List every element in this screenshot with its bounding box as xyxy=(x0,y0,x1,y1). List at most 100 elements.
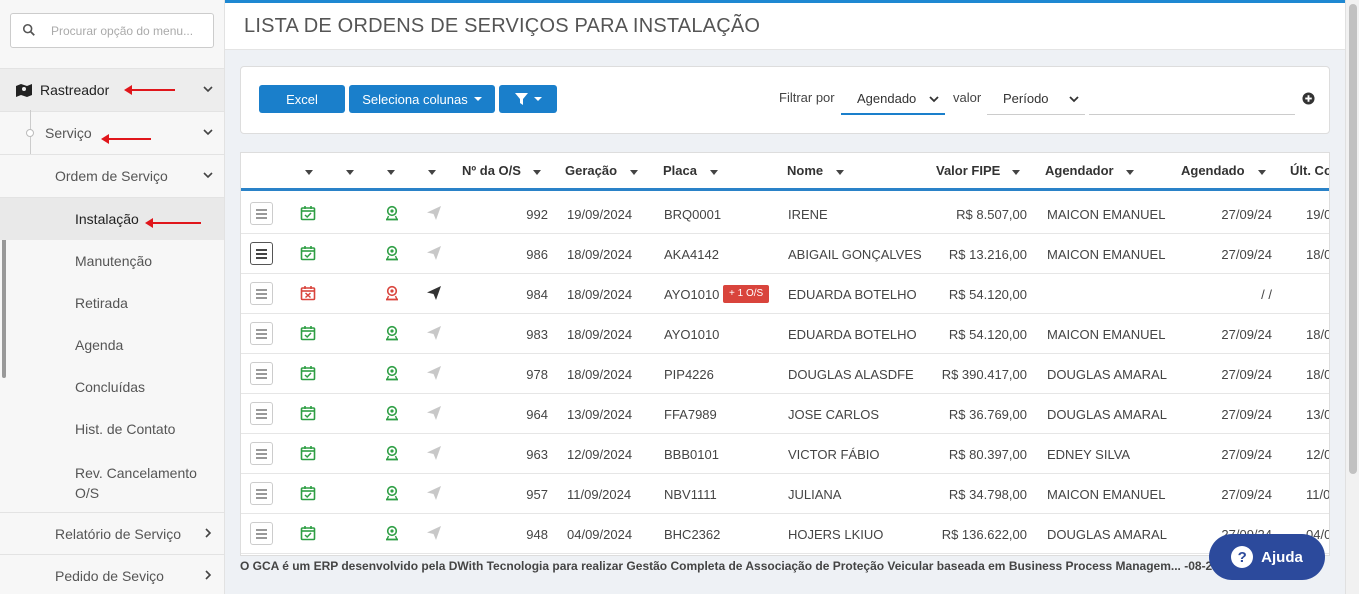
table-row[interactable]: 984 18/09/2024 AYO1010 + 1 O/S EDUARDA B… xyxy=(241,274,1329,314)
row-menu-button[interactable] xyxy=(250,282,273,305)
cell-valor-fipe: R$ 54.120,00 xyxy=(948,327,1027,342)
cell-agendado: 27/09/24 xyxy=(1221,407,1272,422)
sidebar-item-concluidas[interactable]: Concluídas xyxy=(0,366,224,408)
sort-caret-icon[interactable] xyxy=(630,170,638,175)
technician-icon[interactable] xyxy=(384,525,400,541)
sort-caret-icon[interactable] xyxy=(710,170,718,175)
header-nome[interactable]: Nome xyxy=(787,163,823,178)
technician-icon[interactable] xyxy=(384,285,400,301)
cell-placa: PIP4226 xyxy=(664,367,714,382)
send-icon[interactable] xyxy=(426,445,442,461)
row-menu-button[interactable] xyxy=(250,202,273,225)
sort-caret-icon[interactable] xyxy=(387,170,395,175)
header-agendador[interactable]: Agendador xyxy=(1045,163,1114,178)
calendar-x-icon[interactable] xyxy=(300,285,316,301)
row-menu-button[interactable] xyxy=(250,442,273,465)
sort-caret-icon[interactable] xyxy=(428,170,436,175)
calendar-check-icon[interactable] xyxy=(300,245,316,261)
row-menu-button[interactable] xyxy=(250,402,273,425)
filter-by-select[interactable]: Agendado xyxy=(841,83,945,115)
sort-caret-icon[interactable] xyxy=(346,170,354,175)
sidebar-item-manutencao[interactable]: Manutenção xyxy=(0,240,224,282)
help-button[interactable]: ? Ajuda xyxy=(1209,534,1325,580)
sort-caret-icon[interactable] xyxy=(533,170,541,175)
technician-icon[interactable] xyxy=(384,485,400,501)
table-row[interactable]: 963 12/09/2024 BBB0101 VICTOR FÁBIO R$ 8… xyxy=(241,434,1329,474)
sort-caret-icon[interactable] xyxy=(1126,170,1134,175)
table-row[interactable]: 992 19/09/2024 BRQ0001 IRENE R$ 8.507,00… xyxy=(241,194,1329,234)
sidebar-item-label: Relatório de Serviço xyxy=(55,526,182,542)
send-icon[interactable] xyxy=(426,405,442,421)
send-icon[interactable] xyxy=(426,485,442,501)
sidebar-item-rev-cancelamento[interactable]: Rev. Cancelamento O/S xyxy=(0,450,224,512)
cell-geracao: 11/09/2024 xyxy=(567,487,632,502)
sidebar-item-pedido-servico[interactable]: Pedido de Seviço xyxy=(0,555,224,594)
header-valor-fipe[interactable]: Valor FIPE xyxy=(936,163,1000,178)
calendar-check-icon[interactable] xyxy=(300,525,316,541)
send-icon[interactable] xyxy=(426,525,442,541)
calendar-check-icon[interactable] xyxy=(300,205,316,221)
technician-icon[interactable] xyxy=(384,325,400,341)
table-row[interactable]: 983 18/09/2024 AYO1010 EDUARDA BOTELHO R… xyxy=(241,314,1329,354)
table-row[interactable]: 964 13/09/2024 FFA7989 JOSE CARLOS R$ 36… xyxy=(241,394,1329,434)
sidebar-item-ordem-de-servico[interactable]: Ordem de Serviço xyxy=(0,155,224,197)
calendar-check-icon[interactable] xyxy=(300,325,316,341)
menu-search-input[interactable]: Procurar opção do menu... xyxy=(10,13,214,48)
cell-agendador: MAICON EMANUEL xyxy=(1047,207,1166,222)
header-ultimo-contato[interactable]: Últ. Co xyxy=(1290,163,1329,178)
table-row[interactable]: 957 11/09/2024 NBV1111 JULIANA R$ 34.798… xyxy=(241,474,1329,514)
sidebar-item-rastreador[interactable]: Rastreador xyxy=(0,69,224,111)
row-menu-button[interactable] xyxy=(250,362,273,385)
cell-agendado: 27/09/24 xyxy=(1221,487,1272,502)
table-row[interactable]: 986 18/09/2024 AKA4142 ABIGAIL GONÇALVES… xyxy=(241,234,1329,274)
sort-caret-icon[interactable] xyxy=(1258,170,1266,175)
calendar-check-icon[interactable] xyxy=(300,405,316,421)
header-placa[interactable]: Placa xyxy=(663,163,697,178)
row-menu-button[interactable] xyxy=(250,482,273,505)
technician-icon[interactable] xyxy=(384,205,400,221)
sidebar-item-servico[interactable]: Serviço xyxy=(0,112,224,154)
excel-button[interactable]: Excel xyxy=(259,85,345,113)
sort-caret-icon[interactable] xyxy=(1012,170,1020,175)
send-icon[interactable] xyxy=(426,365,442,381)
calendar-check-icon[interactable] xyxy=(300,445,316,461)
cell-nome: IRENE xyxy=(788,207,828,222)
sidebar-item-instalacao[interactable]: Instalação xyxy=(0,198,224,240)
sidebar-item-retirada[interactable]: Retirada xyxy=(0,282,224,324)
sort-caret-icon[interactable] xyxy=(836,170,844,175)
send-icon[interactable] xyxy=(426,205,442,221)
cell-valor-fipe: R$ 54.120,00 xyxy=(948,287,1027,302)
row-menu-button[interactable] xyxy=(250,322,273,345)
page-scrollbar[interactable] xyxy=(1345,0,1359,594)
calendar-check-icon[interactable] xyxy=(300,485,316,501)
period-select[interactable]: Período xyxy=(987,83,1085,115)
sidebar-item-relatorio-servico[interactable]: Relatório de Serviço xyxy=(0,513,224,555)
technician-icon[interactable] xyxy=(384,245,400,261)
cell-valor-fipe: R$ 136.622,00 xyxy=(941,527,1027,542)
sidebar-item-hist-contato[interactable]: Hist. de Contato xyxy=(0,408,224,450)
calendar-check-icon[interactable] xyxy=(300,365,316,381)
send-icon[interactable] xyxy=(426,285,442,301)
send-icon[interactable] xyxy=(426,325,442,341)
cell-geracao: 18/09/2024 xyxy=(567,247,633,262)
header-geracao[interactable]: Geração xyxy=(565,163,617,178)
filter-value-input[interactable] xyxy=(1089,83,1295,115)
extra-os-badge[interactable]: + 1 O/S xyxy=(723,285,770,303)
technician-icon[interactable] xyxy=(384,365,400,381)
sort-caret-icon[interactable] xyxy=(305,170,313,175)
select-columns-button[interactable]: Seleciona colunas xyxy=(349,85,495,113)
row-menu-button[interactable] xyxy=(250,522,273,545)
scrollbar-thumb[interactable] xyxy=(1349,4,1357,474)
technician-icon[interactable] xyxy=(384,445,400,461)
add-circle-icon[interactable] xyxy=(1302,92,1315,105)
table-row[interactable]: 948 04/09/2024 BHC2362 HOJERS LKIUO R$ 1… xyxy=(241,514,1329,554)
send-icon[interactable] xyxy=(426,245,442,261)
technician-icon[interactable] xyxy=(384,405,400,421)
header-num-os[interactable]: Nº da O/S xyxy=(462,163,521,178)
row-menu-button[interactable] xyxy=(250,242,273,265)
header-agendado[interactable]: Agendado xyxy=(1181,163,1245,178)
filter-button[interactable] xyxy=(499,85,557,113)
sidebar-item-agenda[interactable]: Agenda xyxy=(0,324,224,366)
table-row[interactable]: 978 18/09/2024 PIP4226 DOUGLAS ALASDFE R… xyxy=(241,354,1329,394)
chevron-down-icon xyxy=(929,96,939,103)
